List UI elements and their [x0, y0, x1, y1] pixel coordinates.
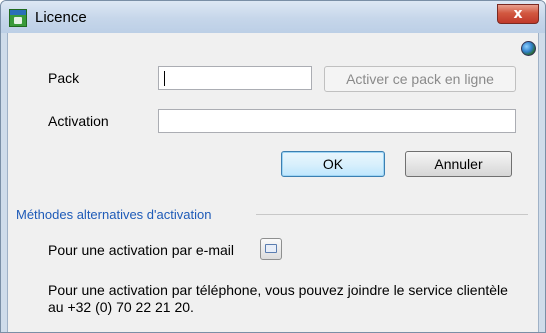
email-activation-text: Pour une activation par e-mail [48, 242, 234, 258]
ok-button[interactable]: OK [281, 151, 385, 177]
dialog-body: Pack Activer ce pack en ligne Activation… [7, 33, 539, 332]
activation-input[interactable] [158, 109, 516, 133]
pack-input[interactable] [158, 66, 312, 90]
phone-activation-text: Pour une activation par téléphone, vous … [48, 282, 508, 315]
group-divider [256, 214, 528, 215]
app-icon [9, 9, 27, 27]
text-caret [164, 71, 165, 86]
cancel-button[interactable]: Annuler [405, 151, 512, 177]
close-icon: x [513, 6, 523, 22]
licence-dialog: Licence x Pack Activer ce pack en ligne … [0, 0, 546, 333]
activation-label: Activation [48, 113, 109, 129]
email-button[interactable] [260, 238, 282, 260]
globe-icon[interactable] [521, 41, 536, 56]
title-bar[interactable]: Licence x [1, 1, 545, 33]
alternatives-group-title: Méthodes alternatives d'activation [16, 207, 212, 222]
activate-online-button[interactable]: Activer ce pack en ligne [324, 66, 516, 92]
pack-label: Pack [48, 70, 80, 86]
email-icon [265, 244, 277, 253]
window-title: Licence [35, 9, 87, 26]
close-button[interactable]: x [497, 4, 539, 24]
